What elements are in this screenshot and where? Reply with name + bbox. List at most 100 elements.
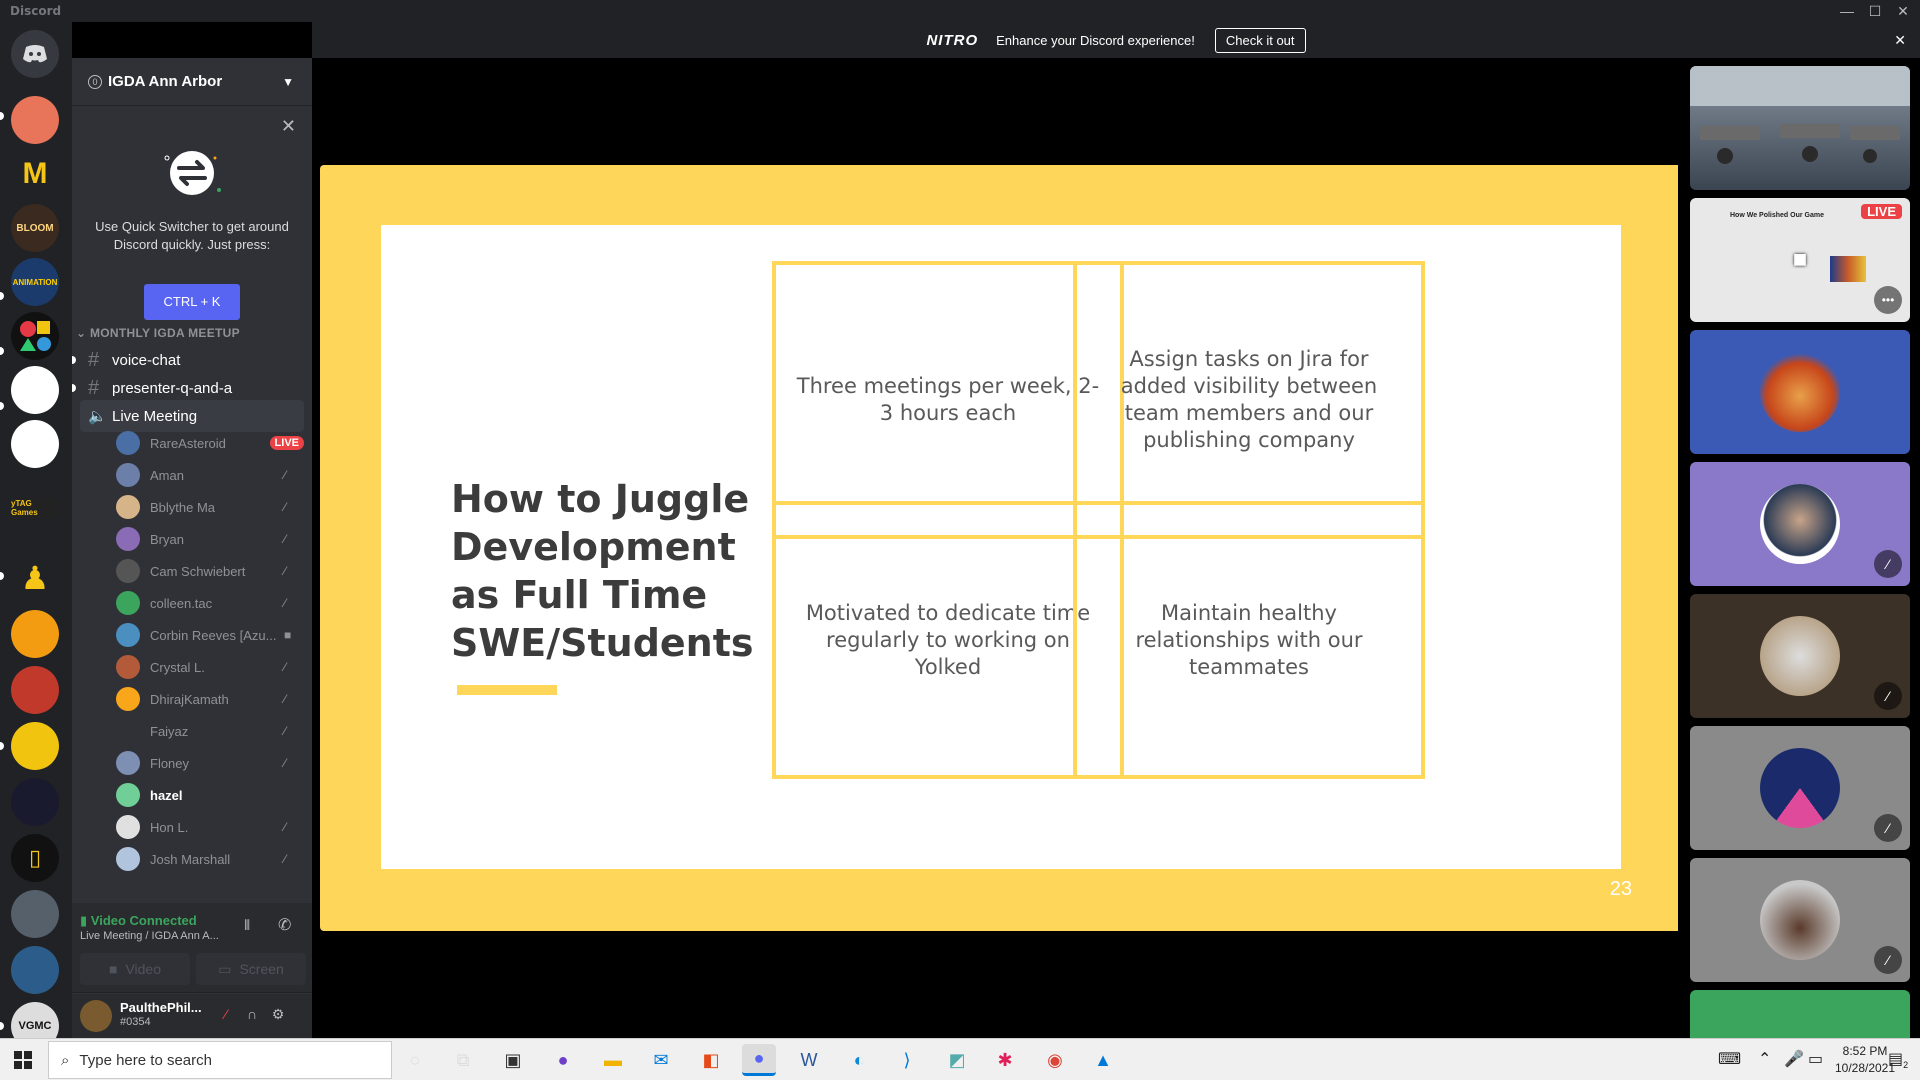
vscode-icon[interactable]: ⟩: [890, 1044, 924, 1076]
voice-user-row[interactable]: Cam Schwiebert ⁄: [116, 556, 308, 586]
server-icon-red[interactable]: [11, 666, 59, 714]
server-icon-ytag[interactable]: yTAG Games: [11, 498, 59, 518]
avatar: [116, 623, 140, 647]
user-tag: #0354: [120, 1016, 151, 1028]
voice-user-row[interactable]: DhirajKamath ⁄: [116, 684, 308, 714]
headphones-icon[interactable]: ∩: [242, 1006, 262, 1026]
muted-icon: ⁄: [284, 596, 287, 610]
server-icon-animation[interactable]: ANIMATION: [11, 258, 59, 306]
server-icon-1[interactable]: [11, 96, 59, 144]
voice-user-row[interactable]: Crystal L. ⁄: [116, 652, 308, 682]
slide-card: Motivated to dedicate time regularly to …: [772, 501, 1124, 779]
server-icon-m[interactable]: M: [11, 150, 59, 198]
avatar[interactable]: [80, 1000, 112, 1032]
voice-user-name: RareAsteroid: [150, 435, 226, 451]
avatar: [116, 687, 140, 711]
discord-taskbar-icon[interactable]: ●: [742, 1044, 776, 1076]
participant-tile-6[interactable]: ⁄: [1690, 726, 1910, 850]
search-icon: ⌕: [61, 1051, 70, 1069]
voice-user-row[interactable]: colleen.tac ⁄: [116, 588, 308, 618]
maximize-button[interactable]: ☐: [1860, 1, 1890, 21]
microphone-icon[interactable]: 🎤: [1784, 1049, 1804, 1069]
more-options-icon[interactable]: •••: [1874, 286, 1902, 314]
store-icon[interactable]: ▣: [496, 1044, 530, 1076]
window-close-button[interactable]: ✕: [1888, 1, 1918, 21]
participant-tile-8[interactable]: [1690, 990, 1910, 1038]
app-icon[interactable]: ◩: [940, 1044, 974, 1076]
signal-icon: ▮: [80, 913, 91, 928]
tip-close-icon[interactable]: ✕: [281, 116, 296, 137]
muted-icon: ⁄: [284, 756, 287, 770]
participant-tile-classroom[interactable]: [1690, 66, 1910, 190]
gear-icon[interactable]: ⚙: [268, 1006, 288, 1026]
chevron-down-icon: ▼: [282, 74, 294, 89]
video-button[interactable]: ■ Video: [80, 953, 190, 985]
word-icon[interactable]: W: [792, 1044, 826, 1076]
slack-icon[interactable]: ✱: [988, 1044, 1022, 1076]
minimize-button[interactable]: —: [1832, 1, 1862, 21]
photos-icon[interactable]: ▲: [1086, 1044, 1120, 1076]
taskbar-search-box[interactable]: ⌕ Type here to search: [48, 1041, 392, 1079]
noise-suppression-icon[interactable]: ⦀: [244, 917, 250, 934]
muted-icon: ⁄: [284, 724, 287, 738]
notification-icon[interactable]: ▤2: [1888, 1049, 1908, 1070]
connection-location[interactable]: Live Meeting / IGDA Ann A...: [80, 930, 230, 942]
home-button[interactable]: [11, 30, 59, 78]
stream-stage[interactable]: How to Juggle Development as Full Time S…: [312, 58, 1682, 1038]
voice-user-row[interactable]: Josh Marshall ⁄: [116, 844, 308, 874]
server-icon-pixel[interactable]: [11, 778, 59, 826]
server-icon-chess[interactable]: ♟: [11, 554, 59, 602]
muted-icon: ⁄: [284, 532, 287, 546]
participant-tile-5[interactable]: ⁄: [1690, 594, 1910, 718]
voice-user-row[interactable]: Bryan ⁄: [116, 524, 308, 554]
voice-user-row[interactable]: Floney ⁄: [116, 748, 308, 778]
category-header[interactable]: ⌄ MONTHLY IGDA MEETUP: [76, 326, 240, 340]
server-icon-studio-b[interactable]: [11, 420, 59, 468]
avatar: [1760, 616, 1840, 696]
server-icon-fire[interactable]: [11, 610, 59, 658]
voice-user-row[interactable]: Aman ⁄: [116, 460, 308, 490]
participant-tile-4[interactable]: ⁄: [1690, 462, 1910, 586]
voice-user-row[interactable]: RareAsteroid LIVE: [116, 428, 308, 458]
participant-tile-screenshare[interactable]: How We Polished Our Game ■ LIVE •••: [1690, 198, 1910, 322]
windows-start-icon[interactable]: [14, 1051, 32, 1069]
chrome-icon[interactable]: ◉: [1038, 1044, 1072, 1076]
github-icon[interactable]: ●: [546, 1044, 580, 1076]
muted-icon: ⁄: [284, 564, 287, 578]
voice-user-name: Crystal L.: [150, 659, 205, 675]
disconnect-icon[interactable]: ✆: [278, 915, 291, 935]
server-icon-bloom[interactable]: BLOOM: [11, 204, 59, 252]
server-icon-earth[interactable]: [11, 946, 59, 994]
voice-user-row[interactable]: Faiyaz ⁄: [116, 716, 308, 746]
server-icon-yellow[interactable]: [11, 722, 59, 770]
voice-user-name: Hon L.: [150, 819, 189, 835]
participant-tile-7[interactable]: ⁄: [1690, 858, 1910, 982]
mail-icon[interactable]: ✉: [644, 1044, 678, 1076]
server-icon-shapes[interactable]: [11, 312, 59, 360]
server-icon-landscape[interactable]: [11, 890, 59, 938]
muted-icon: ⁄: [1874, 550, 1902, 578]
screen-share-button[interactable]: ▭ Screen: [196, 953, 306, 985]
cortana-icon[interactable]: ○: [398, 1044, 432, 1076]
shortcut-button[interactable]: CTRL + K: [144, 284, 240, 320]
server-header[interactable]: 0 IGDA Ann Arbor ▼: [72, 58, 312, 106]
server-icon-dark[interactable]: ▯: [11, 834, 59, 882]
participant-tile-3[interactable]: [1690, 330, 1910, 454]
server-icon-studio-a[interactable]: [11, 366, 59, 414]
voice-user-row[interactable]: hazel: [116, 780, 308, 810]
voice-user-row[interactable]: Hon L. ⁄: [116, 812, 308, 842]
nitro-cta-button[interactable]: Check it out: [1214, 27, 1306, 53]
mute-icon[interactable]: ⁄: [216, 1006, 236, 1026]
voice-user-row[interactable]: Corbin Reeves [Azu... ■: [116, 620, 308, 650]
edge-icon[interactable]: ◐: [842, 1044, 876, 1076]
avatar: [1760, 484, 1840, 564]
keyboard-icon[interactable]: ⌨: [1718, 1049, 1741, 1069]
voice-user-row[interactable]: Bblythe Ma ⁄: [116, 492, 308, 522]
tray-chevron-icon[interactable]: ⌃: [1758, 1049, 1771, 1069]
server-rail: M BLOOM ANIMATION yTAG Games ♟ ▯ VGMC: [0, 22, 72, 1050]
task-view-icon[interactable]: ⧉: [446, 1044, 480, 1076]
nitro-close-icon[interactable]: ✕: [1894, 32, 1906, 49]
file-explorer-icon[interactable]: ▬: [596, 1044, 630, 1076]
nitro-logo: NITRO: [926, 31, 979, 49]
office-icon[interactable]: ◧: [694, 1044, 728, 1076]
